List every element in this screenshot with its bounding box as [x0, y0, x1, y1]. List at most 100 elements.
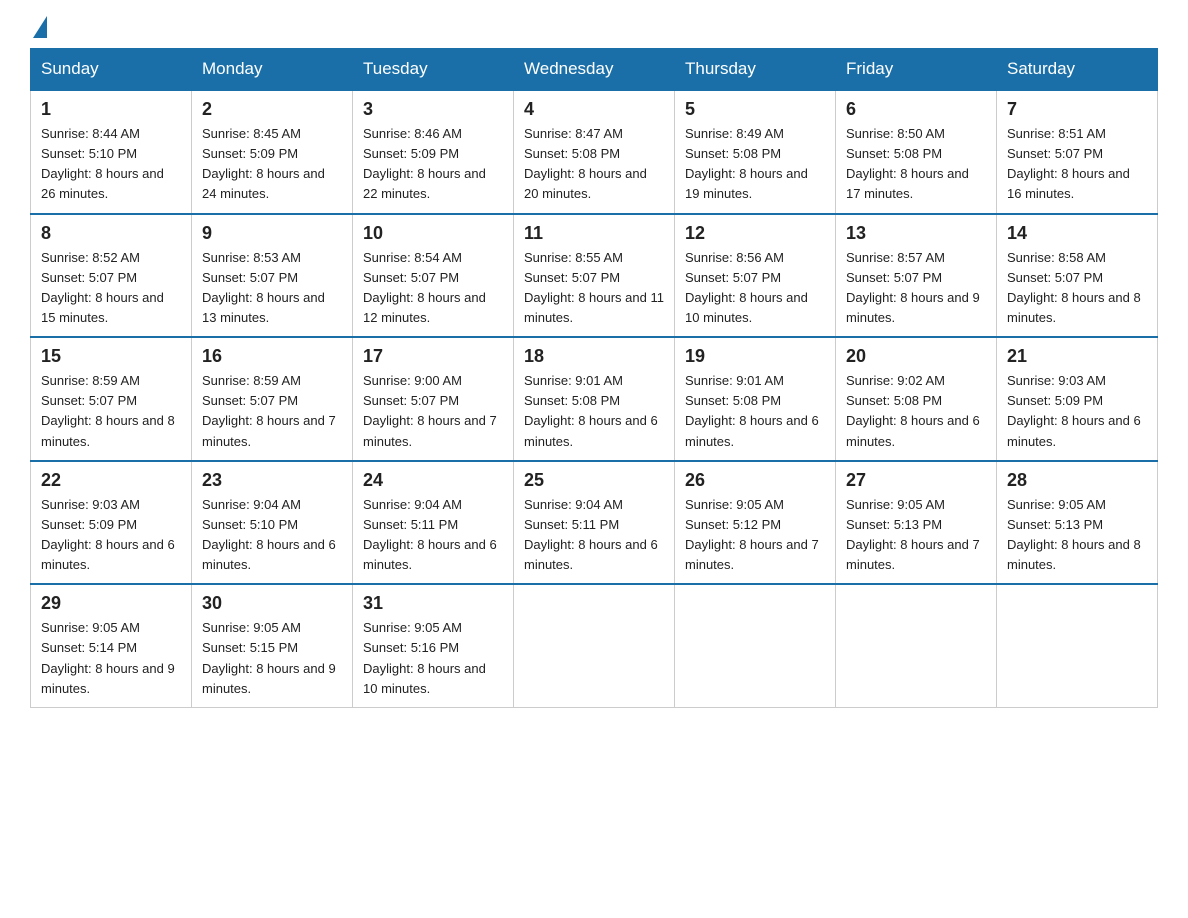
- week-row-1: 1Sunrise: 8:44 AMSunset: 5:10 PMDaylight…: [31, 90, 1158, 214]
- day-number: 19: [685, 346, 825, 367]
- day-info: Sunrise: 9:05 AMSunset: 5:13 PMDaylight:…: [846, 497, 980, 572]
- day-number: 17: [363, 346, 503, 367]
- calendar-cell: 24 Sunrise: 9:04 AMSunset: 5:11 PMDayligh…: [353, 461, 514, 585]
- day-number: 6: [846, 99, 986, 120]
- calendar-table: SundayMondayTuesdayWednesdayThursdayFrid…: [30, 48, 1158, 708]
- calendar-cell: 20Sunrise: 9:02 AMSunset: 5:08 PMDayligh…: [836, 337, 997, 461]
- day-info: Sunrise: 9:05 AMSunset: 5:14 PMDaylight:…: [41, 620, 175, 695]
- day-number: 10: [363, 223, 503, 244]
- day-info: Sunrise: 8:51 AMSunset: 5:07 PMDaylight:…: [1007, 126, 1130, 201]
- calendar-cell: 8 Sunrise: 8:52 AMSunset: 5:07 PMDaylight…: [31, 214, 192, 338]
- weekday-header-sunday: Sunday: [31, 49, 192, 91]
- day-info: Sunrise: 9:05 AMSunset: 5:12 PMDaylight:…: [685, 497, 819, 572]
- day-info: Sunrise: 9:03 AMSunset: 5:09 PMDaylight:…: [41, 497, 175, 572]
- calendar-cell: 31 Sunrise: 9:05 AMSunset: 5:16 PMDayligh…: [353, 584, 514, 707]
- day-number: 15: [41, 346, 181, 367]
- logo: [30, 20, 47, 32]
- day-number: 28: [1007, 470, 1147, 491]
- calendar-cell: [675, 584, 836, 707]
- day-info: Sunrise: 8:59 AMSunset: 5:07 PMDaylight:…: [41, 373, 175, 448]
- day-info: Sunrise: 9:00 AMSunset: 5:07 PMDaylight:…: [363, 373, 497, 448]
- day-info: Sunrise: 8:59 AMSunset: 5:07 PMDaylight:…: [202, 373, 336, 448]
- day-number: 25: [524, 470, 664, 491]
- calendar-cell: 15 Sunrise: 8:59 AMSunset: 5:07 PMDayligh…: [31, 337, 192, 461]
- calendar-cell: 27 Sunrise: 9:05 AMSunset: 5:13 PMDayligh…: [836, 461, 997, 585]
- day-info: Sunrise: 8:49 AMSunset: 5:08 PMDaylight:…: [685, 126, 808, 201]
- weekday-header-row: SundayMondayTuesdayWednesdayThursdayFrid…: [31, 49, 1158, 91]
- calendar-cell: 2Sunrise: 8:45 AMSunset: 5:09 PMDaylight…: [192, 90, 353, 214]
- day-number: 8: [41, 223, 181, 244]
- day-info: Sunrise: 8:53 AMSunset: 5:07 PMDaylight:…: [202, 250, 325, 325]
- week-row-3: 15 Sunrise: 8:59 AMSunset: 5:07 PMDayligh…: [31, 337, 1158, 461]
- calendar-cell: 5 Sunrise: 8:49 AMSunset: 5:08 PMDaylight…: [675, 90, 836, 214]
- weekday-header-friday: Friday: [836, 49, 997, 91]
- day-info: Sunrise: 8:45 AMSunset: 5:09 PMDaylight:…: [202, 126, 325, 201]
- day-number: 29: [41, 593, 181, 614]
- weekday-header-saturday: Saturday: [997, 49, 1158, 91]
- calendar-cell: 1Sunrise: 8:44 AMSunset: 5:10 PMDaylight…: [31, 90, 192, 214]
- calendar-cell: 6 Sunrise: 8:50 AMSunset: 5:08 PMDaylight…: [836, 90, 997, 214]
- calendar-cell: 30 Sunrise: 9:05 AMSunset: 5:15 PMDayligh…: [192, 584, 353, 707]
- calendar-cell: 21 Sunrise: 9:03 AMSunset: 5:09 PMDayligh…: [997, 337, 1158, 461]
- day-info: Sunrise: 9:04 AMSunset: 5:11 PMDaylight:…: [524, 497, 658, 572]
- day-info: Sunrise: 9:05 AMSunset: 5:16 PMDaylight:…: [363, 620, 486, 695]
- logo-triangle-icon: [33, 16, 47, 38]
- calendar-cell: 23Sunrise: 9:04 AMSunset: 5:10 PMDayligh…: [192, 461, 353, 585]
- day-info: Sunrise: 9:01 AMSunset: 5:08 PMDaylight:…: [524, 373, 658, 448]
- calendar-cell: 7 Sunrise: 8:51 AMSunset: 5:07 PMDaylight…: [997, 90, 1158, 214]
- day-number: 7: [1007, 99, 1147, 120]
- calendar-cell: 16 Sunrise: 8:59 AMSunset: 5:07 PMDayligh…: [192, 337, 353, 461]
- day-info: Sunrise: 8:50 AMSunset: 5:08 PMDaylight:…: [846, 126, 969, 201]
- day-number: 11: [524, 223, 664, 244]
- day-info: Sunrise: 9:05 AMSunset: 5:13 PMDaylight:…: [1007, 497, 1141, 572]
- day-number: 12: [685, 223, 825, 244]
- day-number: 21: [1007, 346, 1147, 367]
- day-number: 5: [685, 99, 825, 120]
- day-info: Sunrise: 8:58 AMSunset: 5:07 PMDaylight:…: [1007, 250, 1141, 325]
- calendar-cell: 4 Sunrise: 8:47 AMSunset: 5:08 PMDaylight…: [514, 90, 675, 214]
- day-number: 26: [685, 470, 825, 491]
- weekday-header-tuesday: Tuesday: [353, 49, 514, 91]
- weekday-header-wednesday: Wednesday: [514, 49, 675, 91]
- day-info: Sunrise: 8:57 AMSunset: 5:07 PMDaylight:…: [846, 250, 980, 325]
- day-number: 31: [363, 593, 503, 614]
- day-number: 24: [363, 470, 503, 491]
- page-header: [30, 20, 1158, 32]
- calendar-cell: 13 Sunrise: 8:57 AMSunset: 5:07 PMDayligh…: [836, 214, 997, 338]
- day-info: Sunrise: 8:52 AMSunset: 5:07 PMDaylight:…: [41, 250, 164, 325]
- day-info: Sunrise: 9:05 AMSunset: 5:15 PMDaylight:…: [202, 620, 336, 695]
- calendar-cell: [836, 584, 997, 707]
- day-info: Sunrise: 9:01 AMSunset: 5:08 PMDaylight:…: [685, 373, 819, 448]
- calendar-cell: 26 Sunrise: 9:05 AMSunset: 5:12 PMDayligh…: [675, 461, 836, 585]
- week-row-4: 22 Sunrise: 9:03 AMSunset: 5:09 PMDayligh…: [31, 461, 1158, 585]
- day-info: Sunrise: 9:03 AMSunset: 5:09 PMDaylight:…: [1007, 373, 1141, 448]
- calendar-cell: 22 Sunrise: 9:03 AMSunset: 5:09 PMDayligh…: [31, 461, 192, 585]
- weekday-header-monday: Monday: [192, 49, 353, 91]
- calendar-cell: 3 Sunrise: 8:46 AMSunset: 5:09 PMDaylight…: [353, 90, 514, 214]
- day-info: Sunrise: 8:54 AMSunset: 5:07 PMDaylight:…: [363, 250, 486, 325]
- day-number: 13: [846, 223, 986, 244]
- day-number: 30: [202, 593, 342, 614]
- calendar-cell: 17 Sunrise: 9:00 AMSunset: 5:07 PMDayligh…: [353, 337, 514, 461]
- day-number: 3: [363, 99, 503, 120]
- calendar-cell: 9Sunrise: 8:53 AMSunset: 5:07 PMDaylight…: [192, 214, 353, 338]
- day-number: 14: [1007, 223, 1147, 244]
- day-info: Sunrise: 9:04 AMSunset: 5:11 PMDaylight:…: [363, 497, 497, 572]
- calendar-cell: 14 Sunrise: 8:58 AMSunset: 5:07 PMDayligh…: [997, 214, 1158, 338]
- day-number: 27: [846, 470, 986, 491]
- weekday-header-thursday: Thursday: [675, 49, 836, 91]
- day-number: 23: [202, 470, 342, 491]
- calendar-cell: [997, 584, 1158, 707]
- week-row-5: 29 Sunrise: 9:05 AMSunset: 5:14 PMDayligh…: [31, 584, 1158, 707]
- day-number: 4: [524, 99, 664, 120]
- day-info: Sunrise: 8:47 AMSunset: 5:08 PMDaylight:…: [524, 126, 647, 201]
- calendar-cell: 25 Sunrise: 9:04 AMSunset: 5:11 PMDayligh…: [514, 461, 675, 585]
- day-number: 16: [202, 346, 342, 367]
- calendar-cell: 28 Sunrise: 9:05 AMSunset: 5:13 PMDayligh…: [997, 461, 1158, 585]
- week-row-2: 8 Sunrise: 8:52 AMSunset: 5:07 PMDaylight…: [31, 214, 1158, 338]
- calendar-cell: 29 Sunrise: 9:05 AMSunset: 5:14 PMDayligh…: [31, 584, 192, 707]
- day-info: Sunrise: 8:55 AMSunset: 5:07 PMDaylight:…: [524, 250, 664, 325]
- calendar-cell: 18Sunrise: 9:01 AMSunset: 5:08 PMDayligh…: [514, 337, 675, 461]
- day-number: 22: [41, 470, 181, 491]
- day-info: Sunrise: 8:46 AMSunset: 5:09 PMDaylight:…: [363, 126, 486, 201]
